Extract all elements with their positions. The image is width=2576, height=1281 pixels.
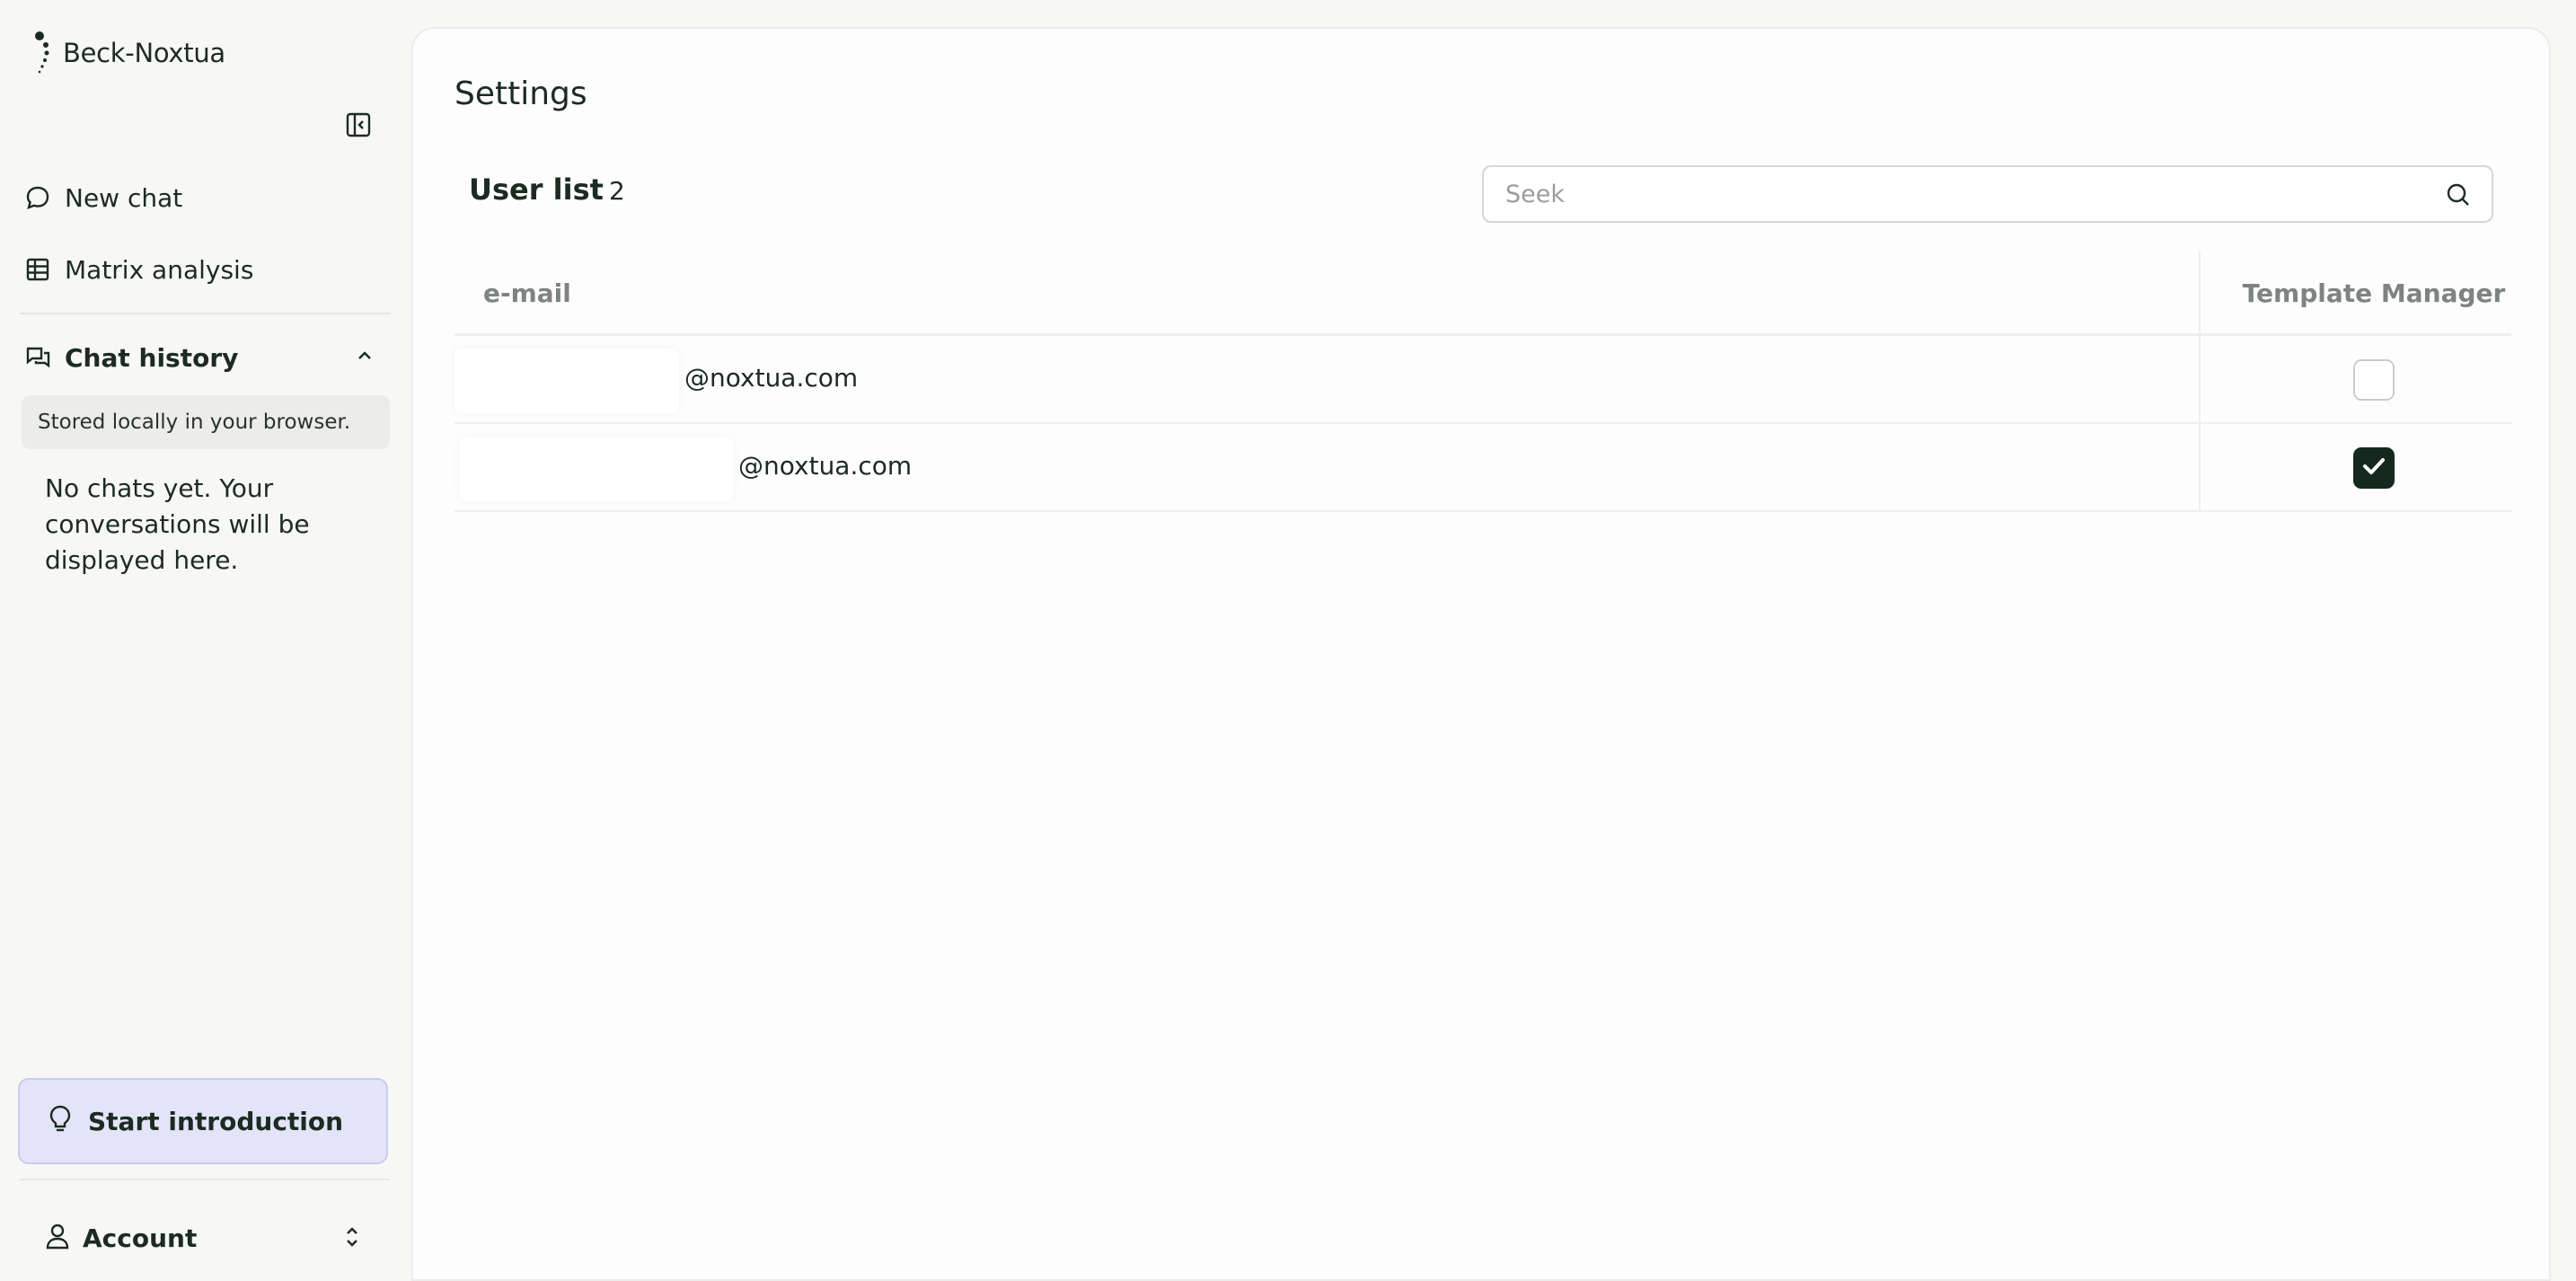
column-header-email[interactable]: e-mail — [483, 278, 571, 308]
app-root: Beck-Noxtua New chat Matrix analysis Cha… — [0, 0, 2576, 1281]
user-email: @noxtua.com — [684, 363, 859, 393]
template-manager-checkbox[interactable] — [2353, 447, 2395, 489]
chat-history-toggle[interactable]: Chat history — [22, 332, 392, 383]
redacted-email-prefix — [460, 437, 733, 501]
logo-dots-icon — [32, 31, 59, 75]
table-header: e-mail Template Manager — [454, 252, 2511, 336]
chevron-up-down-icon — [341, 1224, 363, 1254]
sidebar-divider — [20, 313, 390, 314]
user-icon — [45, 1223, 70, 1253]
nav-matrix-analysis-label: Matrix analysis — [65, 254, 254, 285]
chevron-up-icon — [352, 343, 377, 372]
user-list-title: User list — [469, 172, 604, 207]
empty-history-text: No chats yet. Your conversations will be… — [45, 473, 310, 575]
column-header-template-manager[interactable]: Template Manager — [2201, 278, 2547, 308]
sidebar: Beck-Noxtua New chat Matrix analysis Cha… — [0, 0, 410, 1281]
user-table: e-mail Template Manager @noxtua.com @nox… — [454, 252, 2511, 512]
account-menu[interactable]: Account — [45, 1213, 363, 1263]
chat-history-icon — [22, 341, 54, 374]
account-label: Account — [83, 1223, 198, 1253]
lightbulb-icon — [47, 1104, 74, 1138]
user-email: @noxtua.com — [738, 451, 913, 481]
nav-new-chat[interactable]: New chat — [22, 172, 392, 223]
collapse-sidebar-button[interactable] — [343, 111, 374, 142]
template-manager-checkbox[interactable] — [2353, 359, 2395, 401]
start-introduction-label: Start introduction — [88, 1106, 344, 1136]
brand-logo[interactable]: Beck-Noxtua — [32, 31, 225, 75]
start-introduction-button[interactable]: Start introduction — [18, 1078, 388, 1164]
stored-locally-note: Stored locally in your browser. — [22, 395, 390, 449]
settings-panel: Settings User list 2 e-mail Template Man… — [411, 27, 2551, 1281]
user-search — [1482, 165, 2493, 223]
brand-name: Beck-Noxtua — [63, 38, 225, 68]
search-input[interactable] — [1484, 167, 2492, 221]
search-icon[interactable] — [2445, 181, 2472, 212]
nav-new-chat-label: New chat — [65, 182, 183, 213]
table-row: @noxtua.com — [454, 336, 2511, 424]
redacted-email-prefix — [454, 349, 679, 413]
sidebar-collapse-icon — [345, 111, 372, 142]
chat-history-title: Chat history — [65, 342, 239, 373]
page-title: Settings — [454, 75, 587, 112]
checkmark-icon — [2360, 452, 2388, 484]
chat-bubble-icon — [22, 181, 54, 214]
table-grid-icon — [22, 253, 54, 286]
sidebar-divider-bottom — [20, 1179, 390, 1180]
table-row: @noxtua.com — [454, 424, 2511, 512]
nav-matrix-analysis[interactable]: Matrix analysis — [22, 244, 392, 295]
user-count-badge: 2 — [609, 176, 625, 206]
